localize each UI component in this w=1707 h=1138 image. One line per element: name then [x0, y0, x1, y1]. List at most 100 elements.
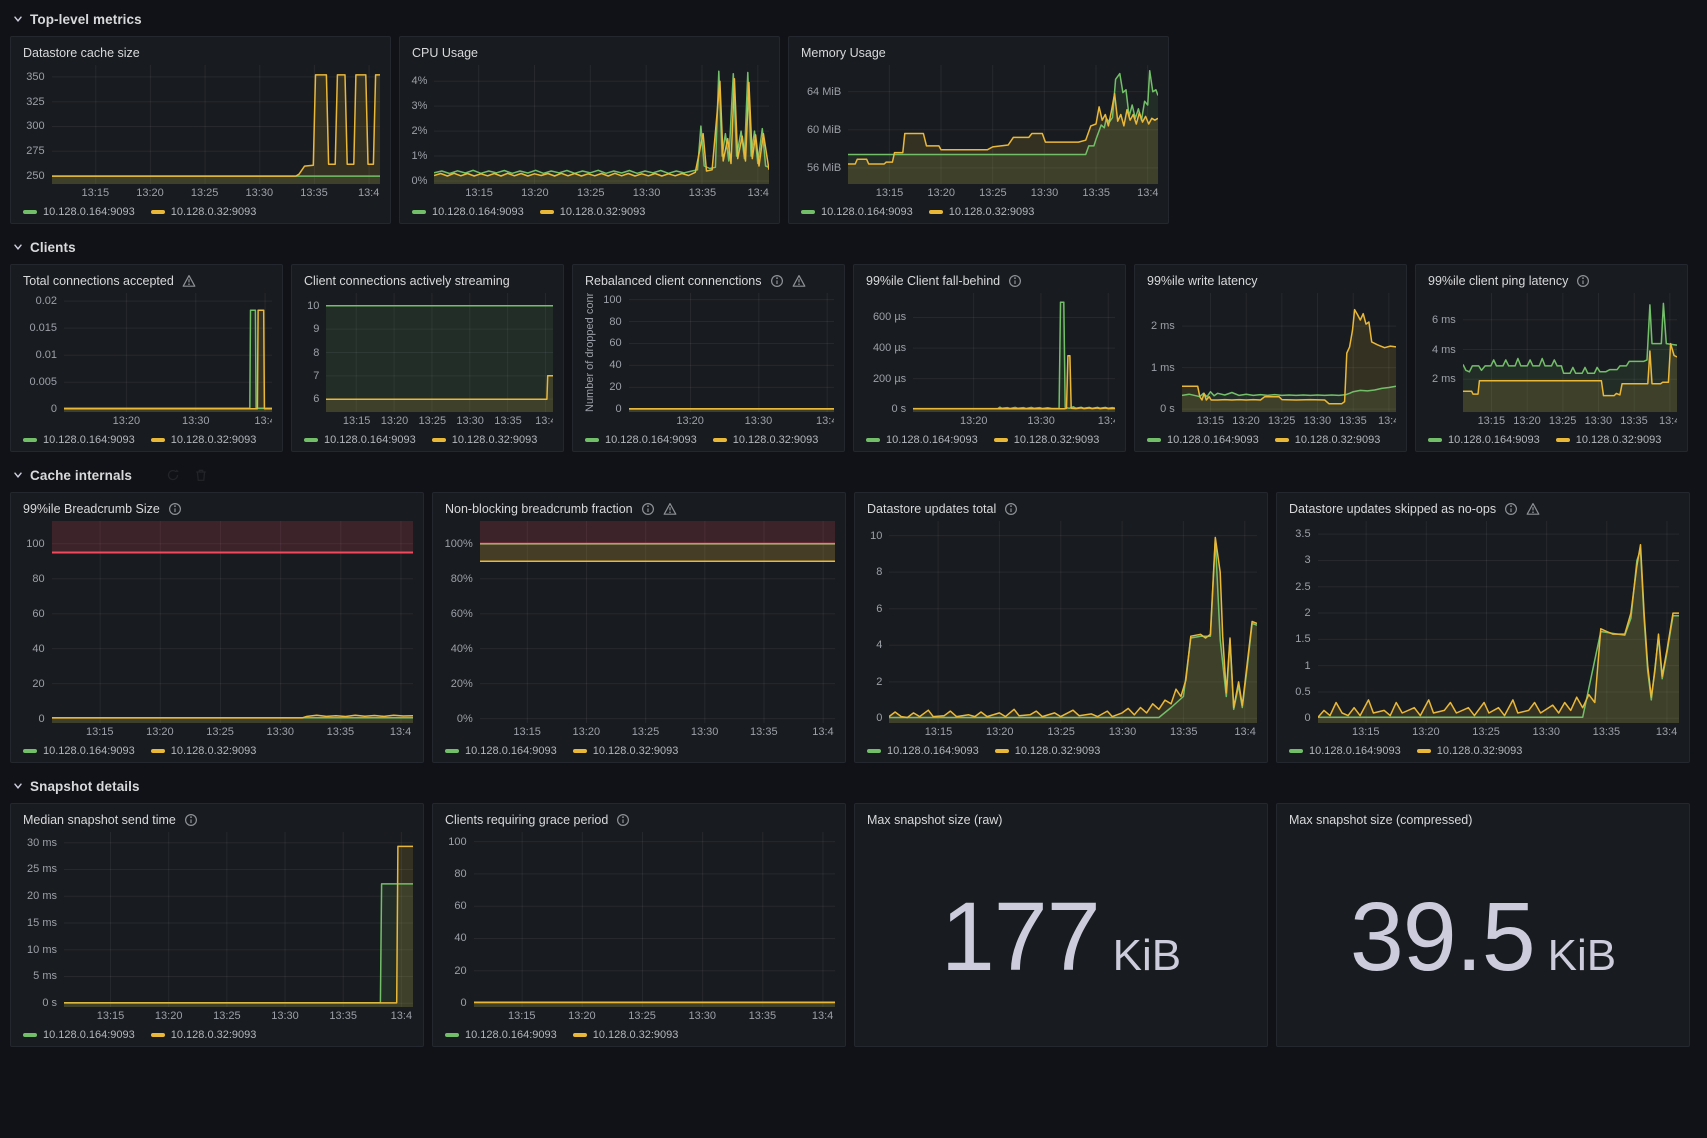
panel-title[interactable]: Client connections actively streaming	[304, 274, 510, 288]
chevron-down-icon[interactable]	[12, 241, 24, 253]
legend-item[interactable]: 10.128.0.32:9093	[151, 745, 257, 757]
chart-canvas[interactable]	[629, 293, 834, 412]
section-header-cache-internals[interactable]: Cache internals	[12, 464, 1707, 486]
info-icon[interactable]	[1004, 502, 1018, 516]
panel-title[interactable]: Max snapshot size (raw)	[867, 813, 1002, 827]
panel-title[interactable]: Non-blocking breadcrumb fraction	[445, 502, 633, 516]
warning-icon[interactable]	[792, 274, 806, 288]
legend-item[interactable]: 10.128.0.164:9093	[1428, 434, 1540, 446]
legend-item[interactable]: 10.128.0.32:9093	[994, 434, 1100, 446]
legend-item[interactable]: 10.128.0.32:9093	[995, 745, 1101, 757]
legend-item[interactable]: 10.128.0.164:9093	[23, 745, 135, 757]
chart-canvas[interactable]	[52, 65, 380, 184]
x-tick-label: 13:20	[568, 1010, 596, 1022]
legend-item[interactable]: 10.128.0.164:9093	[23, 206, 135, 218]
chevron-down-icon[interactable]	[12, 469, 24, 481]
legend-item[interactable]: 10.128.0.164:9093	[1147, 434, 1259, 446]
legend-item[interactable]: 10.128.0.164:9093	[585, 434, 697, 446]
legend-item[interactable]: 10.128.0.32:9093	[151, 206, 257, 218]
panel-title[interactable]: Datastore updates skipped as no-ops	[1289, 502, 1496, 516]
info-icon[interactable]	[770, 274, 784, 288]
chart-canvas[interactable]	[474, 832, 835, 1007]
section-header-snapshot-details[interactable]: Snapshot details	[12, 775, 1707, 797]
legend-item[interactable]: 10.128.0.164:9093	[23, 434, 135, 446]
y-tick-label: 20%	[451, 678, 473, 690]
panel-client-ping-latency: 99%ile client ping latency2 ms4 ms6 ms13…	[1415, 264, 1688, 452]
legend-item[interactable]: 10.128.0.32:9093	[151, 1029, 257, 1041]
legend-item[interactable]: 10.128.0.32:9093	[713, 434, 819, 446]
info-icon[interactable]	[184, 813, 198, 827]
y-tick-label: 400 µs	[873, 342, 906, 354]
panel-title[interactable]: Memory Usage	[801, 46, 886, 60]
panel-title[interactable]: Clients requiring grace period	[445, 813, 608, 827]
y-tick-label: 7	[313, 370, 319, 382]
panel-title[interactable]: Datastore cache size	[23, 46, 140, 60]
info-icon[interactable]	[1576, 274, 1590, 288]
chart-canvas[interactable]	[913, 293, 1115, 412]
chart-area: 0 s200 µs400 µs600 µs13:2013:3013:410.12…	[864, 293, 1115, 447]
panel-title[interactable]: 99%ile Breadcrumb Size	[23, 502, 160, 516]
legend-item[interactable]: 10.128.0.32:9093	[573, 745, 679, 757]
legend-item[interactable]: 10.128.0.164:9093	[801, 206, 913, 218]
legend-item[interactable]: 10.128.0.164:9093	[304, 434, 416, 446]
section-header-clients[interactable]: Clients	[12, 236, 1707, 258]
chart-canvas[interactable]	[889, 521, 1257, 723]
legend-item[interactable]: 10.128.0.164:9093	[445, 1029, 557, 1041]
panel-title[interactable]: 99%ile client ping latency	[1428, 274, 1568, 288]
chart-canvas[interactable]	[1463, 293, 1677, 412]
panel-title[interactable]: Rebalanced client connenctions	[585, 274, 762, 288]
chart-canvas[interactable]	[52, 521, 413, 723]
chevron-down-icon[interactable]	[12, 13, 24, 25]
info-icon[interactable]	[616, 813, 630, 827]
panel-title[interactable]: CPU Usage	[412, 46, 478, 60]
legend-item[interactable]: 10.128.0.32:9093	[540, 206, 646, 218]
legend-item[interactable]: 10.128.0.32:9093	[432, 434, 538, 446]
legend-item[interactable]: 10.128.0.164:9093	[1289, 745, 1401, 757]
chart-row: 0 s200 µs400 µs600 µs	[864, 293, 1115, 412]
chart-canvas[interactable]	[1182, 293, 1396, 412]
legend-item[interactable]: 10.128.0.164:9093	[23, 1029, 135, 1041]
chart-canvas[interactable]	[480, 521, 835, 723]
y-axis: 020406080100	[598, 293, 629, 412]
legend-item[interactable]: 10.128.0.32:9093	[1417, 745, 1523, 757]
legend-item[interactable]: 10.128.0.32:9093	[1275, 434, 1381, 446]
info-icon[interactable]	[1008, 274, 1022, 288]
chart-plot	[1463, 293, 1677, 412]
series-dash-green	[412, 210, 426, 214]
y-axis: 0 s1 ms2 ms	[1145, 293, 1182, 412]
chart-canvas[interactable]	[434, 65, 769, 184]
legend-item[interactable]: 10.128.0.32:9093	[929, 206, 1035, 218]
chart-area: 0%20%40%60%80%100%13:1513:2013:2513:3013…	[443, 521, 835, 758]
warning-icon[interactable]	[663, 502, 677, 516]
panel-title[interactable]: Datastore updates total	[867, 502, 996, 516]
legend-item[interactable]: 10.128.0.164:9093	[867, 745, 979, 757]
chart-canvas[interactable]	[64, 832, 413, 1007]
legend-item[interactable]: 10.128.0.32:9093	[151, 434, 257, 446]
panel-title[interactable]: 99%ile write latency	[1147, 274, 1257, 288]
panel-title[interactable]: 99%ile Client fall-behind	[866, 274, 1000, 288]
info-icon[interactable]	[1504, 502, 1518, 516]
legend-item[interactable]: 10.128.0.32:9093	[573, 1029, 679, 1041]
stat-display: 39.5KiB	[1350, 888, 1616, 985]
warning-icon[interactable]	[182, 274, 196, 288]
panel-title[interactable]: Max snapshot size (compressed)	[1289, 813, 1472, 827]
chart-canvas[interactable]	[326, 293, 553, 412]
section-header-top-level-metrics[interactable]: Top-level metrics	[12, 8, 1707, 30]
chevron-down-icon[interactable]	[12, 780, 24, 792]
panel-header: Datastore updates total	[865, 499, 1257, 519]
x-tick-label: 13:30	[1532, 726, 1560, 738]
warning-icon[interactable]	[1526, 502, 1540, 516]
legend-item[interactable]: 10.128.0.164:9093	[445, 745, 557, 757]
info-icon[interactable]	[641, 502, 655, 516]
chart-canvas[interactable]	[1318, 521, 1679, 723]
info-icon[interactable]	[168, 502, 182, 516]
panel-title[interactable]: Median snapshot send time	[23, 813, 176, 827]
panel-title[interactable]: Total connections accepted	[23, 274, 174, 288]
legend-label: 10.128.0.164:9093	[1167, 434, 1259, 446]
chart-canvas[interactable]	[64, 293, 272, 412]
legend-item[interactable]: 10.128.0.164:9093	[412, 206, 524, 218]
legend-item[interactable]: 10.128.0.164:9093	[866, 434, 978, 446]
chart-canvas[interactable]	[848, 65, 1158, 184]
chart-plot	[474, 832, 835, 1007]
legend-item[interactable]: 10.128.0.32:9093	[1556, 434, 1662, 446]
